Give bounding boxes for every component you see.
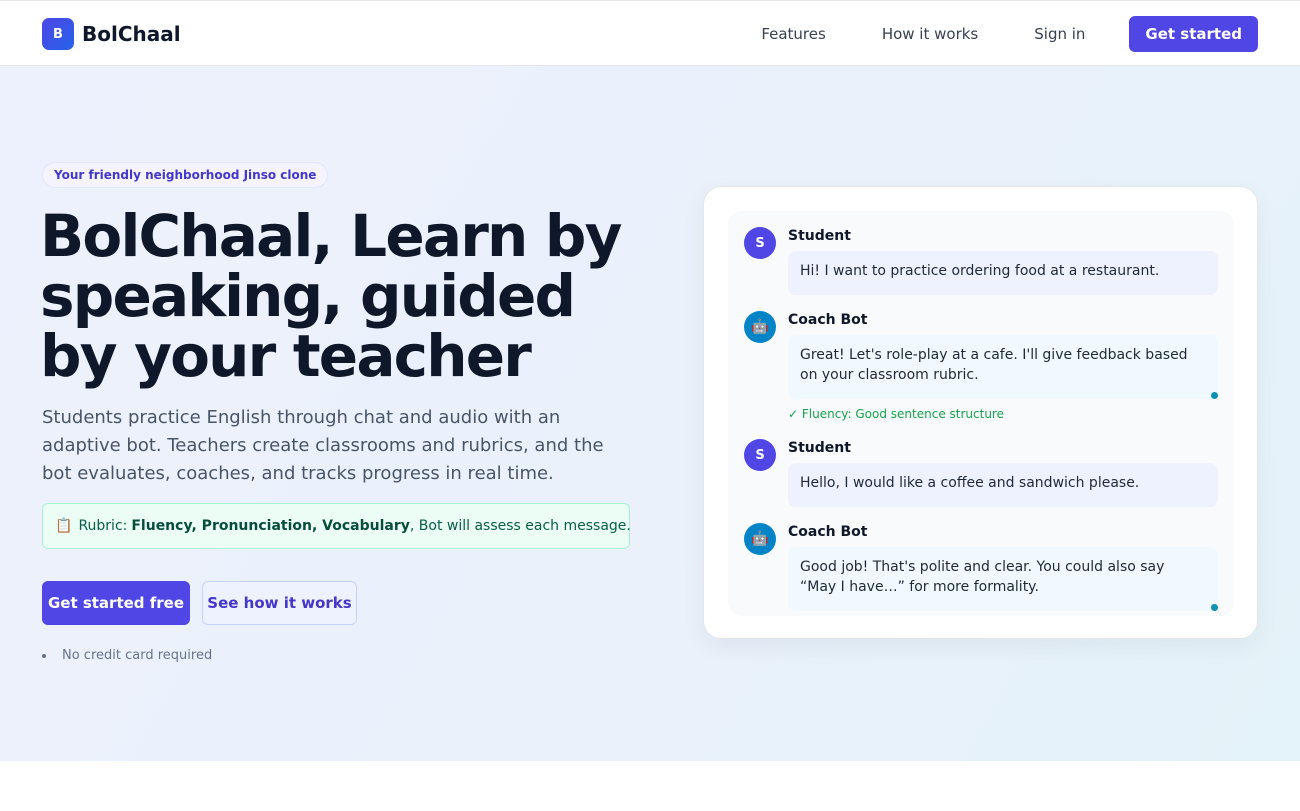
speaker-name: Student [788,440,851,456]
brand-logo: B [42,18,74,50]
hero-headline: BolChaal, Learn by speaking, guided by y… [40,202,622,390]
hero-description: Students practice English through chat a… [42,407,604,484]
speaker-name: Coach Bot [788,524,868,540]
clipboard-icon: 📋 [55,518,73,534]
get-started-button[interactable]: Get started [1129,16,1258,52]
message-text: Great! Let's role-play at a cafe. I'll g… [800,347,1188,383]
nav-menu: Features How it works Sign in Get starte… [761,16,1258,52]
status-dot [1211,392,1218,399]
robot-icon: 🤖 [744,523,776,555]
speaker-name: Student [788,228,851,244]
feedback-label: ✓ Fluency: Good sentence structure [788,407,1004,421]
nav-link-sign-in[interactable]: Sign in [1034,16,1085,52]
page-bottom [0,761,1300,811]
student-avatar: S [744,227,776,259]
speaker-name: Coach Bot [788,312,868,328]
message-bubble: Great! Let's role-play at a cafe. I'll g… [788,335,1218,399]
top-navbar: B BolChaal Features How it works Sign in… [0,0,1300,66]
chat-preview-card: S Student Hi! I want to practice orderin… [703,186,1258,639]
student-avatar: S [744,439,776,471]
status-dot [1211,604,1218,611]
nav-link-features[interactable]: Features [761,16,826,52]
rubric-suffix: , Bot will assess each message. [409,518,631,534]
rubric-prefix: Rubric: [78,518,128,534]
brand[interactable]: B BolChaal [42,18,181,50]
tagline-badge: Your friendly neighborhood Jinso clone [42,162,329,188]
get-started-free-button[interactable]: Get started free [42,581,190,625]
brand-name: BolChaal [82,22,181,46]
note-text: No credit card required [62,648,213,663]
message-bubble: Hello, I would like a coffee and sandwic… [788,463,1218,507]
rubric-criteria: Fluency, Pronunciation, Vocabulary [131,518,410,534]
hero-section: Your friendly neighborhood Jinso clone B… [0,66,1300,761]
see-how-it-works-button[interactable]: See how it works [202,581,357,625]
rubric-banner: 📋 Rubric: Fluency, Pronunciation, Vocabu… [42,503,631,549]
no-credit-card-note: No credit card required [42,648,212,663]
bullet-dot [42,653,46,658]
nav-link-how-it-works[interactable]: How it works [882,16,978,52]
chat-window: S Student Hi! I want to practice orderin… [728,211,1234,616]
robot-icon: 🤖 [744,311,776,343]
message-bubble: Hi! I want to practice ordering food at … [788,251,1218,295]
message-text: Good job! That's polite and clear. You c… [800,559,1165,595]
message-bubble: Good job! That's polite and clear. You c… [788,547,1218,611]
